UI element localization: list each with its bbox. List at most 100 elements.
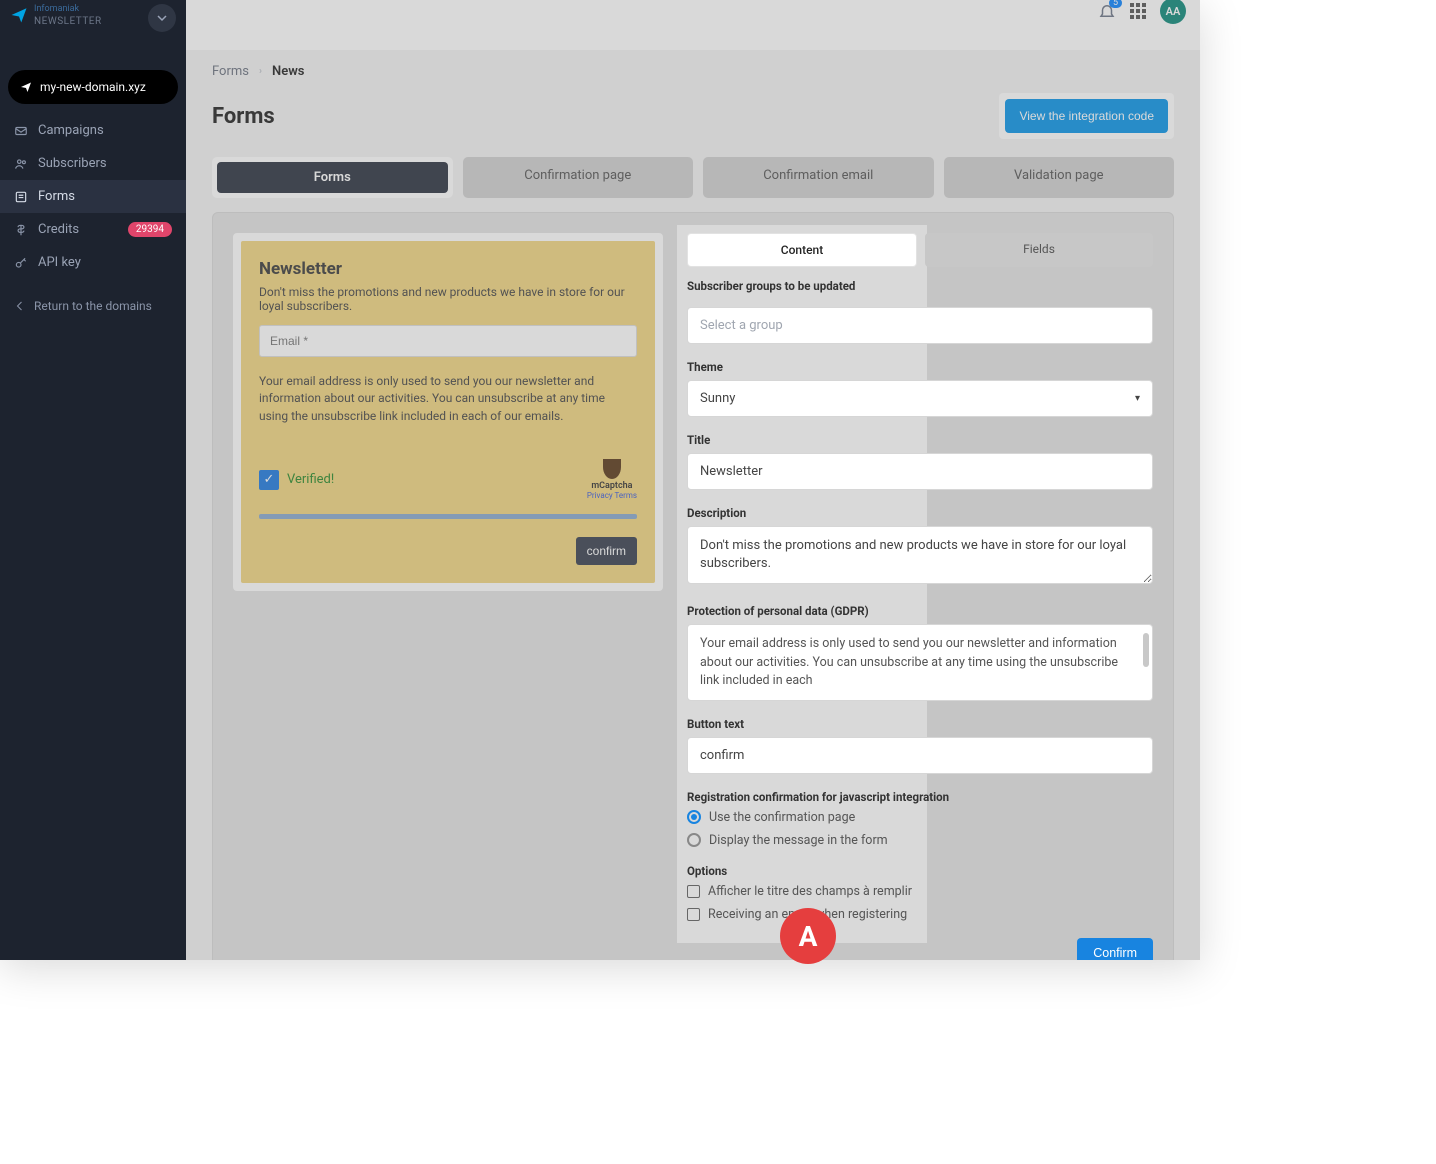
chevron-right-icon: › <box>259 66 262 77</box>
sidebar-item-apikey[interactable]: API key <box>0 246 186 279</box>
radio-icon <box>687 810 701 824</box>
preview-confirm-button[interactable]: confirm <box>576 537 637 565</box>
preview-divider <box>259 514 637 519</box>
form-icon <box>14 190 28 204</box>
breadcrumb: Forms › News <box>212 64 1174 79</box>
sidebar-item-label: Campaigns <box>38 123 104 138</box>
groups-placeholder: Select a group <box>700 318 783 333</box>
credits-badge: 29394 <box>128 222 172 237</box>
radio-display-message[interactable]: Display the message in the form <box>687 833 1153 848</box>
captcha-links[interactable]: Privacy Terms <box>587 491 637 500</box>
page-title: Forms <box>212 104 275 129</box>
tab-confirmation-page[interactable]: Confirmation page <box>463 157 694 198</box>
groups-label: Subscriber groups to be updated <box>687 279 1153 293</box>
preview-description: Don't miss the promotions and new produc… <box>259 285 637 313</box>
title-input[interactable] <box>687 453 1153 490</box>
options-label: Options <box>687 864 1153 878</box>
users-icon <box>14 157 28 171</box>
radio-use-confirmation-page[interactable]: Use the confirmation page <box>687 810 1153 825</box>
preview-gdpr-text: Your email address is only used to send … <box>259 373 637 425</box>
description-label: Description <box>687 506 1153 520</box>
sidebar: my-new-domain.xyz Campaigns Subscribers … <box>0 50 186 960</box>
radio-label: Display the message in the form <box>709 833 888 848</box>
user-avatar[interactable]: AA <box>1160 0 1186 24</box>
gdpr-value: Your email address is only used to send … <box>700 636 1118 687</box>
apps-grid-button[interactable] <box>1130 3 1146 19</box>
tab-forms-highlight: Forms <box>212 157 453 198</box>
sidebar-item-credits[interactable]: Credits 29394 <box>0 213 186 246</box>
captcha-brand: mCaptcha Privacy Terms <box>587 459 637 500</box>
radio-icon <box>687 833 701 847</box>
title-label: Title <box>687 433 1153 447</box>
brand-subtitle: NEWSLETTER <box>34 16 102 27</box>
tab-forms[interactable]: Forms <box>217 162 448 193</box>
mail-icon <box>14 124 28 138</box>
annotation-badge-a: A <box>780 908 836 964</box>
settings-tabs: Content Fields <box>687 233 1153 267</box>
check-show-field-titles[interactable]: Afficher le titre des champs à remplir <box>687 884 1153 899</box>
sidebar-item-label: Forms <box>38 189 75 204</box>
collapse-sidebar-button[interactable] <box>148 4 176 32</box>
domain-name: my-new-domain.xyz <box>40 80 146 94</box>
sidebar-item-forms[interactable]: Forms <box>0 180 186 213</box>
tab-confirmation-email[interactable]: Confirmation email <box>703 157 934 198</box>
scrollbar-thumb[interactable] <box>1143 633 1149 667</box>
send-icon <box>20 81 32 93</box>
settings-tab-fields[interactable]: Fields <box>925 233 1153 267</box>
theme-label: Theme <box>687 360 1153 374</box>
integration-button-highlight: View the integration code <box>999 93 1174 139</box>
checkbox-icon <box>687 908 700 921</box>
gdpr-label: Protection of personal data (GDPR) <box>687 604 1153 618</box>
confirm-settings-button[interactable]: Confirm <box>1077 938 1153 960</box>
confirmation-label: Registration confirmation for javascript… <box>687 790 1153 804</box>
shield-icon <box>603 459 621 479</box>
captcha-name: mCaptcha <box>587 481 637 491</box>
sidebar-item-label: Credits <box>38 222 79 237</box>
sidebar-item-label: API key <box>38 255 81 270</box>
description-textarea[interactable] <box>687 526 1153 584</box>
checkbox-icon <box>687 885 700 898</box>
tab-validation-page[interactable]: Validation page <box>944 157 1175 198</box>
form-settings: Content Fields Subscriber groups to be u… <box>687 233 1153 960</box>
preview-email-input[interactable] <box>259 325 637 357</box>
notifications-button[interactable]: 5 <box>1098 2 1116 20</box>
topbar: Infomaniak NEWSLETTER 5 AA <box>0 0 1200 50</box>
topbar-right: 5 AA <box>186 0 1200 22</box>
key-icon <box>14 256 28 270</box>
captcha-verified-label: Verified! <box>287 472 334 487</box>
form-tabs: Forms Confirmation page Confirmation ema… <box>212 157 1174 198</box>
sidebar-item-subscribers[interactable]: Subscribers <box>0 147 186 180</box>
brand-logo-icon <box>10 6 28 24</box>
check-label: Afficher le titre des champs à remplir <box>708 884 912 899</box>
theme-value: Sunny <box>700 391 735 406</box>
notif-badge: 5 <box>1109 0 1122 8</box>
radio-label: Use the confirmation page <box>709 810 855 825</box>
form-preview-highlight: Newsletter Don't miss the promotions and… <box>233 233 663 591</box>
arrow-left-icon <box>14 300 26 312</box>
gdpr-textarea[interactable]: Your email address is only used to send … <box>687 624 1153 700</box>
return-to-domains[interactable]: Return to the domains <box>0 287 186 325</box>
form-editor-card: Newsletter Don't miss the promotions and… <box>212 212 1174 960</box>
preview-title: Newsletter <box>259 259 637 279</box>
domain-selector[interactable]: my-new-domain.xyz <box>8 70 178 104</box>
sidebar-item-label: Subscribers <box>38 156 107 171</box>
main-content: Forms › News Forms View the integration … <box>186 50 1200 960</box>
preview-captcha: ✓ Verified! mCaptcha Privacy Terms <box>259 459 637 500</box>
sidebar-item-campaigns[interactable]: Campaigns <box>0 114 186 147</box>
caret-down-icon: ▾ <box>1135 393 1140 404</box>
brand-product: Infomaniak <box>34 4 102 15</box>
credits-icon <box>14 223 28 237</box>
button-text-label: Button text <box>687 717 1153 731</box>
button-text-input[interactable] <box>687 737 1153 774</box>
chevron-down-icon <box>157 13 167 23</box>
settings-tab-content[interactable]: Content <box>687 233 917 267</box>
return-label: Return to the domains <box>34 299 152 313</box>
breadcrumb-current: News <box>272 64 304 79</box>
check-receive-email[interactable]: Receiving an email when registering <box>687 907 1153 922</box>
theme-select[interactable]: Sunny ▾ <box>687 380 1153 417</box>
view-integration-code-button[interactable]: View the integration code <box>1005 99 1168 133</box>
form-preview: Newsletter Don't miss the promotions and… <box>241 241 655 583</box>
breadcrumb-root[interactable]: Forms <box>212 64 249 79</box>
captcha-check-icon: ✓ <box>259 470 279 490</box>
groups-select[interactable]: Select a group <box>687 307 1153 344</box>
